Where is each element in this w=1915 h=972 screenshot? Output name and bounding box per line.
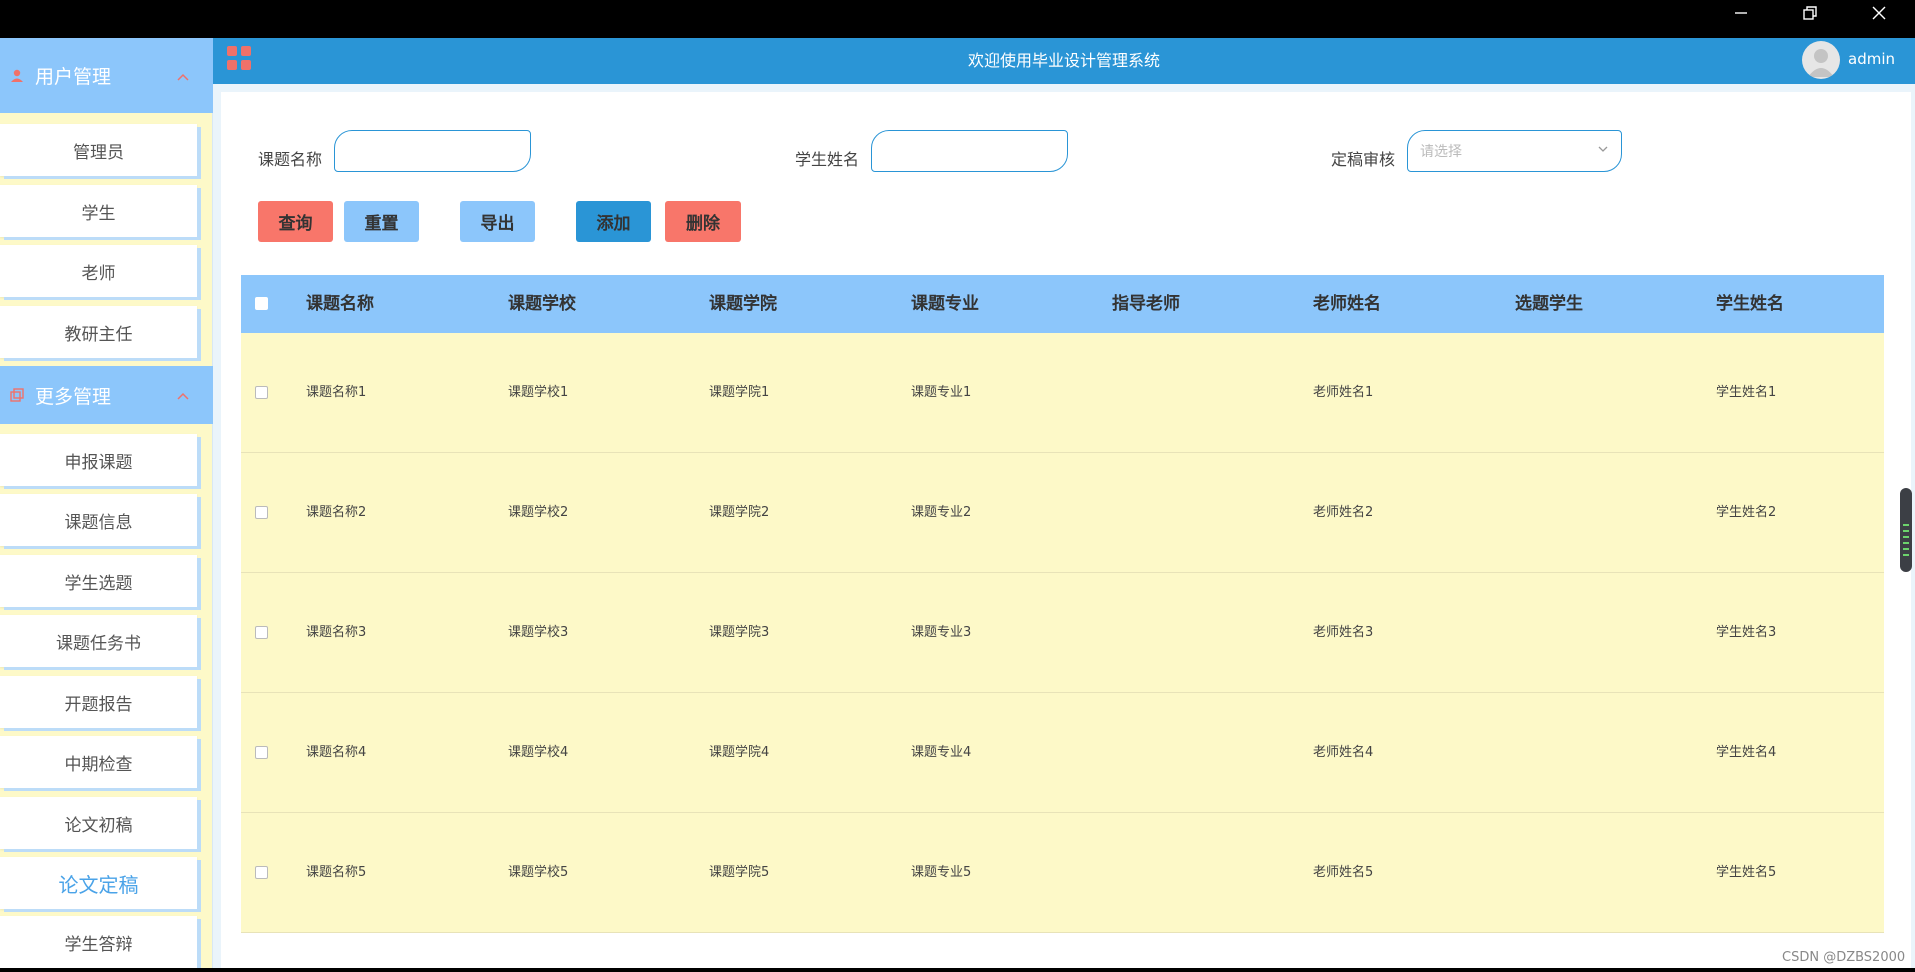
sidebar-group-label: 更多管理 [35,385,112,408]
sidebar-group-label: 用户管理 [35,66,112,88]
table-cell: 课题名称1 [306,385,367,400]
menu-grid-icon[interactable] [227,46,251,70]
window-titlebar [0,0,1915,38]
final-review-select[interactable]: 请选择 [1407,130,1622,172]
select-all-checkbox[interactable] [255,297,268,310]
user-icon [10,69,24,83]
table-cell: 课题名称5 [306,865,367,880]
avatar[interactable] [1802,41,1840,79]
table-cell: 课题专业2 [911,505,972,520]
app-window: 用户管理 管理员 学生 老师 教研主任 更多管理 申报课题 课题信息 学生选题 … [0,38,1915,968]
header-title: 欢迎使用毕业设计管理系统 [967,51,1160,70]
table-cell: 课题名称2 [306,505,367,520]
table-cell: 课题学院3 [709,625,770,640]
reset-button[interactable]: 重置 [344,201,419,242]
table-cell: 课题学校2 [508,505,569,520]
table-row[interactable]: 课题名称3 课题学校3 课题学院3 课题专业3 老师姓名3 学生姓名3 [241,573,1884,693]
sidebar-item-final-draft[interactable]: 论文定稿 [0,857,197,909]
table-cell: 老师姓名4 [1313,745,1374,760]
select-placeholder: 请选择 [1420,144,1462,160]
add-button[interactable]: 添加 [576,201,651,242]
table-row[interactable]: 课题名称5 课题学校5 课题学院5 课题专业5 老师姓名5 学生姓名5 [241,813,1884,933]
table-row[interactable]: 课题名称4 课题学校4 课题学院4 课题专业4 老师姓名4 学生姓名4 [241,693,1884,813]
final-review-label: 定稿审核 [1331,150,1396,169]
topic-name-input[interactable] [334,130,531,172]
table-cell: 课题学院1 [709,385,770,400]
table-cell: 老师姓名2 [1313,505,1374,520]
table-cell: 学生姓名2 [1716,505,1777,520]
scrollbar-thumb[interactable] [1900,488,1912,572]
table-cell: 学生姓名4 [1716,745,1777,760]
content-panel: 课题名称 学生姓名 定稿审核 请选择 查询 重置 导出 添加 删除 课题名称 课… [221,92,1911,968]
table-cell: 课题专业5 [911,865,972,880]
table-cell: 学生姓名1 [1716,385,1777,400]
close-icon[interactable] [1856,0,1902,26]
table-cell: 课题学院2 [709,505,770,520]
table-cell: 老师姓名1 [1313,385,1374,400]
column-header[interactable]: 课题名称 [306,275,374,333]
table-cell: 课题专业3 [911,625,972,640]
sidebar-group-user-management[interactable]: 用户管理 [0,38,213,113]
row-checkbox[interactable] [255,626,268,639]
topic-name-label: 课题名称 [258,150,323,169]
row-checkbox[interactable] [255,746,268,759]
table-cell: 学生姓名5 [1716,865,1777,880]
table-cell: 课题学校4 [508,745,569,760]
table-cell: 课题专业1 [911,385,972,400]
column-header[interactable]: 学生姓名 [1716,275,1784,333]
student-name-label: 学生姓名 [795,150,860,169]
delete-button[interactable]: 删除 [665,201,741,242]
table-cell: 课题学校5 [508,865,569,880]
table-cell: 课题学院5 [709,865,770,880]
sidebar-item-first-draft[interactable]: 论文初稿 [0,797,197,849]
table-cell: 课题学校3 [508,625,569,640]
sidebar-item-task-book[interactable]: 课题任务书 [0,615,197,667]
username[interactable]: admin [1848,50,1895,68]
table-cell: 老师姓名3 [1313,625,1374,640]
table-cell: 课题专业4 [911,745,972,760]
top-header: 欢迎使用毕业设计管理系统 admin [213,38,1915,84]
sidebar-item-teacher[interactable]: 老师 [0,245,197,297]
column-header[interactable]: 课题专业 [911,275,979,333]
main-area: 课题名称 学生姓名 定稿审核 请选择 查询 重置 导出 添加 删除 课题名称 课… [213,84,1915,968]
sidebar-item-midterm-check[interactable]: 中期检查 [0,736,197,788]
column-header[interactable]: 课题学院 [709,275,777,333]
sidebar: 用户管理 管理员 学生 老师 教研主任 更多管理 申报课题 课题信息 学生选题 … [0,38,213,968]
table-cell: 课题学校1 [508,385,569,400]
copy-icon [10,388,24,402]
restore-icon[interactable] [1787,0,1833,26]
sidebar-item-opening-report[interactable]: 开题报告 [0,676,197,728]
table-cell: 学生姓名3 [1716,625,1777,640]
sidebar-item-topic-info[interactable]: 课题信息 [0,494,197,546]
table-header: 课题名称 课题学校 课题学院 课题专业 指导老师 老师姓名 选题学生 学生姓名 [241,275,1884,333]
student-name-input[interactable] [871,130,1068,172]
column-header[interactable]: 选题学生 [1515,275,1583,333]
sidebar-item-research-director[interactable]: 教研主任 [0,306,197,358]
table-row[interactable]: 课题名称2 课题学校2 课题学院2 课题专业2 老师姓名2 学生姓名2 [241,453,1884,573]
table-cell: 课题名称4 [306,745,367,760]
table-cell: 课题名称3 [306,625,367,640]
chevron-up-icon [176,384,190,406]
row-checkbox[interactable] [255,866,268,879]
table-cell: 老师姓名5 [1313,865,1374,880]
query-button[interactable]: 查询 [258,201,333,242]
column-header[interactable]: 老师姓名 [1313,275,1381,333]
row-checkbox[interactable] [255,506,268,519]
minimize-icon[interactable] [1718,0,1764,26]
row-checkbox[interactable] [255,386,268,399]
export-button[interactable]: 导出 [460,201,535,242]
column-header[interactable]: 指导老师 [1112,275,1180,333]
sidebar-item-admin[interactable]: 管理员 [0,124,197,176]
sidebar-item-student-selection[interactable]: 学生选题 [0,555,197,607]
sidebar-item-student[interactable]: 学生 [0,185,197,237]
table-row[interactable]: 课题名称1 课题学校1 课题学院1 课题专业1 老师姓名1 学生姓名1 [241,333,1884,453]
sidebar-group-more-management[interactable]: 更多管理 [0,366,213,424]
table-cell: 课题学院4 [709,745,770,760]
watermark: CSDN @DZBS2000 [1782,950,1906,965]
sidebar-item-defense[interactable]: 学生答辩 [0,916,197,968]
chevron-up-icon [176,65,190,87]
chevron-down-icon [1597,143,1609,159]
column-header[interactable]: 课题学校 [508,275,576,333]
sidebar-item-declare-topic[interactable]: 申报课题 [0,434,197,486]
